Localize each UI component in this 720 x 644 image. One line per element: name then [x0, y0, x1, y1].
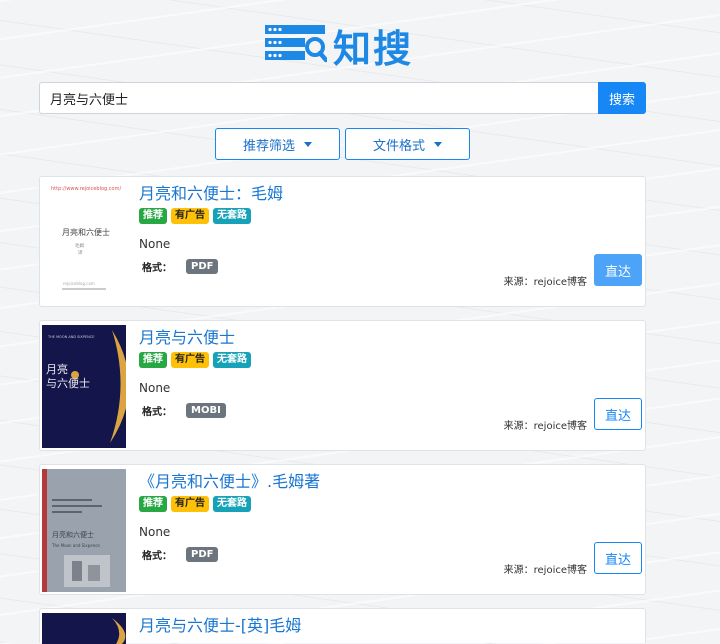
badge-has-ads: 有广告 [171, 496, 209, 512]
badge-no-tricks: 无套路 [213, 352, 251, 368]
result-card: http://www.rejoiceblog.com/ 月亮和六便士 毛姆 译 … [39, 176, 646, 307]
result-title[interactable]: 月亮与六便士-[英]毛姆 [139, 612, 301, 636]
format-badge: MOBI [186, 403, 226, 418]
format-row: 格式： MOBI [142, 403, 226, 418]
result-card: 月亮与六便士-[英]毛姆 [39, 608, 646, 644]
recommend-filter-label: 推荐筛选 [242, 138, 295, 154]
format-badge: PDF [186, 547, 219, 562]
cover-subtitle-text: The Moon and Sixpence [51, 543, 100, 548]
file-format-dropdown[interactable]: 文件格式 [345, 128, 470, 160]
result-source: 来源：rejoice博客 [503, 565, 587, 576]
format-row: 格式： PDF [142, 259, 219, 274]
result-title[interactable]: 月亮和六便士：毛姆 [139, 180, 283, 204]
search-button[interactable]: 搜索 [598, 82, 646, 114]
badge-recommend: 推荐 [139, 208, 167, 224]
book-cover-image: 月亮和六便士 The Moon and Sixpence [42, 469, 126, 592]
format-row: 格式： PDF [142, 547, 219, 562]
format-label: 格式： [142, 263, 172, 274]
result-badges: 推荐 有广告 无套路 [139, 352, 251, 368]
result-badges: 推荐 有广告 无套路 [139, 208, 251, 224]
badge-recommend: 推荐 [139, 496, 167, 512]
recommend-filter-dropdown[interactable]: 推荐筛选 [215, 128, 340, 160]
book-cover-image: http://www.rejoiceblog.com/ 月亮和六便士 毛姆 译 … [42, 181, 126, 304]
cover-top-text: THE MOON AND SIXPENCE [47, 335, 94, 339]
caret-down-icon [434, 141, 442, 147]
result-card: THE MOON AND SIXPENCE 月亮 与六便士 月亮与六便士 推荐 … [39, 320, 646, 451]
cover-line1: 毛姆 [75, 242, 84, 249]
direct-link-button[interactable]: 直达 [594, 542, 642, 574]
result-card: 月亮和六便士 The Moon and Sixpence 《月亮和六便士》.毛姆… [39, 464, 646, 595]
search-bar: 搜索 [39, 82, 646, 114]
caret-down-icon [304, 141, 312, 147]
format-badge: PDF [186, 259, 219, 274]
book-cover-image: THE MOON AND SIXPENCE 月亮 与六便士 [42, 325, 126, 448]
result-source: 来源：rejoice博客 [503, 277, 587, 288]
direct-link-button[interactable]: 直达 [594, 254, 642, 286]
result-title[interactable]: 月亮与六便士 [139, 324, 235, 348]
badge-has-ads: 有广告 [171, 208, 209, 224]
badge-recommend: 推荐 [139, 352, 167, 368]
cover-line3: rejoiceblog.com [63, 281, 95, 286]
file-format-label: 文件格式 [372, 138, 425, 154]
result-badges: 推荐 有广告 无套路 [139, 496, 251, 512]
cover-line2: 译 [78, 249, 83, 256]
format-label: 格式： [142, 551, 172, 562]
result-description: None [139, 525, 171, 539]
cover-title-text: 月亮和六便士 [52, 530, 94, 539]
result-title[interactable]: 《月亮和六便士》.毛姆著 [139, 468, 320, 492]
cover-url-text: http://www.rejoiceblog.com/ [51, 186, 121, 192]
result-description: None [139, 237, 171, 251]
logo-text: 知搜 [333, 26, 414, 71]
format-label: 格式： [142, 407, 172, 418]
search-input[interactable] [39, 82, 598, 114]
result-source: 来源：rejoice博客 [503, 421, 587, 432]
direct-link-button[interactable]: 直达 [594, 398, 642, 430]
book-cover-image [42, 613, 126, 644]
badge-has-ads: 有广告 [171, 352, 209, 368]
badge-no-tricks: 无套路 [213, 208, 251, 224]
cover-title-text: 月亮和六便士 [62, 227, 110, 237]
filter-bar: 推荐筛选 文件格式 [215, 128, 470, 160]
result-description: None [139, 381, 171, 395]
cover-title-line1: 月亮 [46, 362, 68, 376]
logo-list-search-icon [265, 23, 329, 67]
site-logo[interactable]: 知搜 [265, 22, 413, 71]
cover-title-line2: 与六便士 [46, 377, 90, 390]
badge-no-tricks: 无套路 [213, 496, 251, 512]
